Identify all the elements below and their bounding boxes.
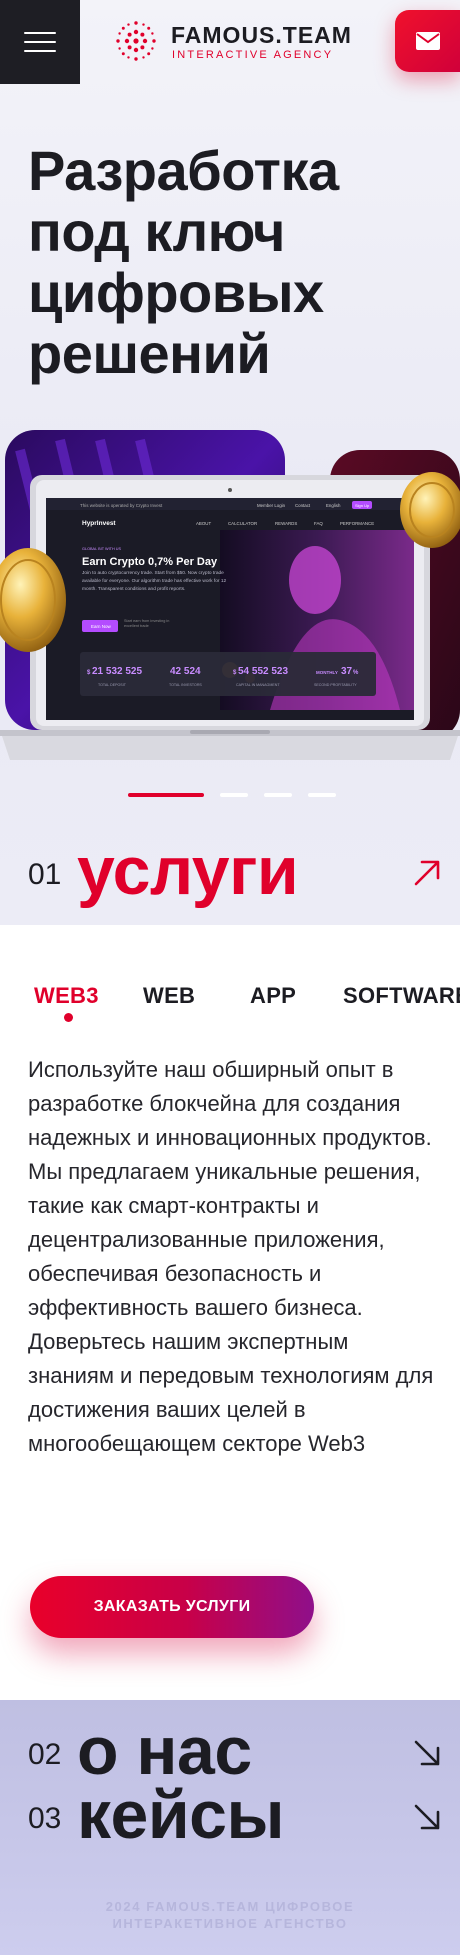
- slider-pagination: [128, 792, 336, 798]
- mockup-stat-label-1: TOTAL DEPOSIT: [98, 683, 127, 687]
- hamburger-icon-line: [24, 50, 56, 52]
- about-number: 02: [28, 1738, 62, 1771]
- active-tab-indicator: [64, 1013, 73, 1022]
- tab-web3[interactable]: WEB3: [34, 983, 99, 1009]
- mockup-stat-suffix-4: %: [353, 670, 359, 676]
- mockup-stat-label-2: TOTAL INVESTORS: [169, 683, 202, 687]
- arrow-down-right-icon[interactable]: [410, 1800, 444, 1834]
- arrow-down-right-icon[interactable]: [410, 1736, 444, 1770]
- services-number: 01: [28, 858, 62, 891]
- tab-web[interactable]: WEB: [143, 983, 195, 1009]
- mockup-stat-value-3: 54 552 523: [238, 666, 288, 677]
- mockup-cta-note: Start earn from investing in excellent t…: [124, 619, 170, 628]
- mockup-stat-value-4: 37: [341, 666, 353, 677]
- mockup-nav-faq: FAQ: [314, 521, 323, 526]
- logo[interactable]: FAMOUS.TEAM INTERACTIVE AGENCY: [113, 18, 363, 66]
- mockup-eyebrow: GLOBAL BIT WITH US: [82, 547, 121, 551]
- mockup-sign-up: Sign Up: [355, 503, 370, 508]
- slider-dot[interactable]: [220, 793, 248, 797]
- mockup-contact: Contact: [295, 503, 311, 508]
- menu-button[interactable]: [0, 0, 80, 84]
- hamburger-icon-line: [24, 41, 56, 43]
- tab-software[interactable]: SOFTWARE: [343, 983, 460, 1009]
- mockup-stat-label-3: CAPITAL IN MANAGMENT: [236, 683, 280, 687]
- mockup-nav-rewards: REWARDS: [275, 521, 297, 526]
- mockup-brand: HyprInvest: [82, 520, 116, 527]
- mockup-cta: Earn Now: [91, 624, 112, 629]
- services-title[interactable]: услуги: [77, 832, 299, 910]
- contact-button[interactable]: [395, 10, 460, 72]
- mockup-headline: Earn Crypto 0,7% Per Day: [82, 556, 218, 568]
- mockup-stat-value-2: 42 524: [170, 666, 201, 677]
- logo-mark-icon: [116, 21, 156, 61]
- mockup-stat-value-1: 21 532 525: [92, 666, 142, 677]
- hamburger-icon: [24, 32, 56, 34]
- logo-subtitle: INTERACTIVE AGENCY: [172, 49, 334, 61]
- logo-title: FAMOUS.TEAM: [171, 22, 352, 48]
- tab-app[interactable]: APP: [250, 983, 296, 1009]
- mockup-stat-label-4: SECOND PROFITABILITY: [314, 683, 357, 687]
- slider-dot[interactable]: [264, 793, 292, 797]
- mockup-nav-performance: PERFORMANCE: [340, 521, 374, 526]
- mockup-member-login: Member Login: [257, 503, 286, 508]
- cases-number: 03: [28, 1802, 62, 1835]
- slider-dot-active[interactable]: [128, 793, 204, 797]
- mockup-notice: This website is operated by Crypto Inves…: [80, 503, 163, 508]
- mockup-language: English: [326, 503, 341, 508]
- cases-title[interactable]: кейсы: [77, 1776, 285, 1854]
- mockup-body: Join to auto cryptocurrency trade. Start…: [82, 571, 227, 592]
- footer-copyright: 2024 FAMOUS.TEAM ЦИФРОВОЕ ИНТЕРАКЕТИВНОЕ…: [105, 1899, 355, 1931]
- hero-title: Разработка под ключ цифровых решений: [28, 139, 339, 385]
- services-description: Используйте наш обширный опыт в разработ…: [28, 1057, 434, 1456]
- mockup-nav-about: ABOUT: [196, 521, 211, 526]
- mockup-nav-calculator: CALCULATOR: [228, 521, 257, 526]
- mockup-stat-prefix-4: MONTHLY: [316, 670, 338, 675]
- hero-laptop-mockup: This website is operated by Crypto Inves…: [0, 430, 460, 760]
- envelope-icon: [415, 32, 440, 50]
- order-services-button[interactable]: ЗАКАЗАТЬ УСЛУГИ: [30, 1576, 314, 1638]
- slider-dot[interactable]: [308, 793, 336, 797]
- arrow-up-right-icon[interactable]: [410, 856, 444, 890]
- services-tabs: WEB3 WEB APP SOFTWARE: [0, 975, 460, 1025]
